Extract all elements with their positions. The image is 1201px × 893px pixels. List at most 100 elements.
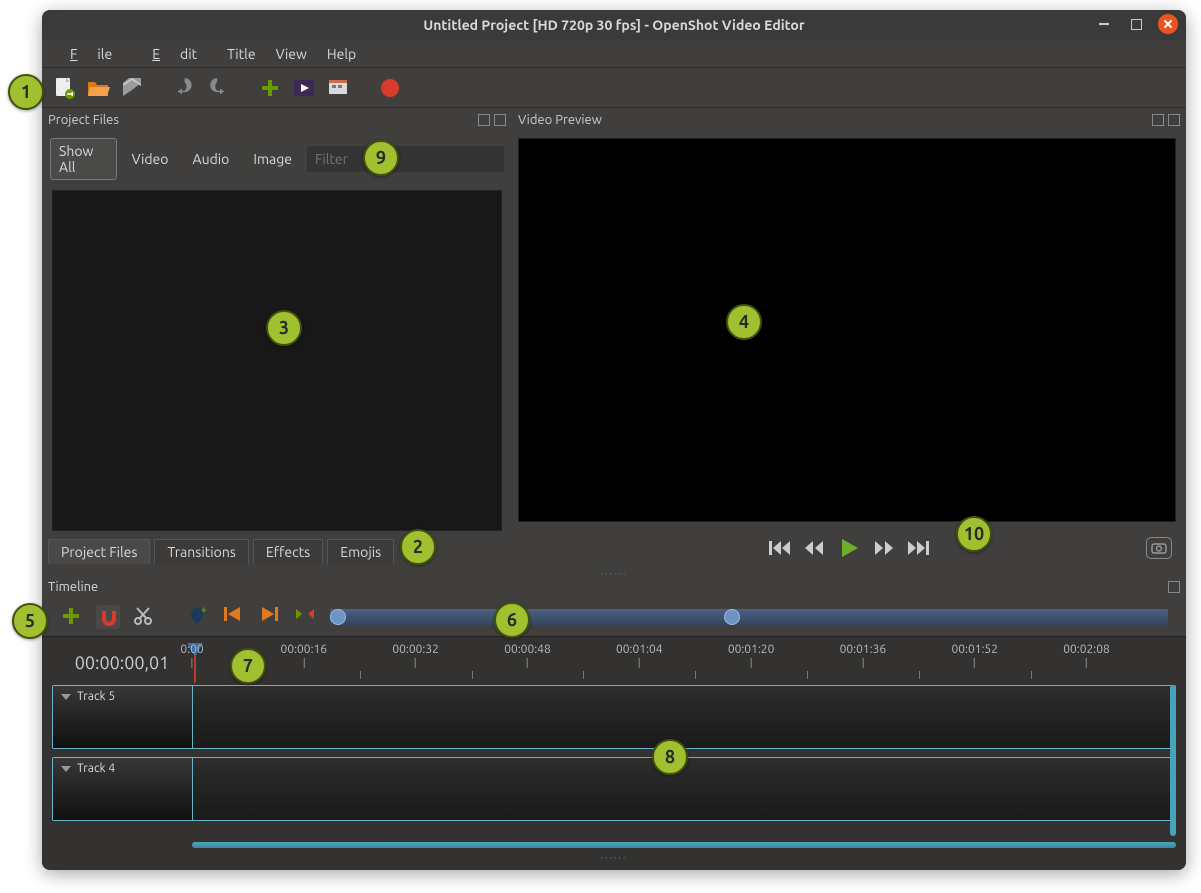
track-header[interactable]: Track 4 — [53, 758, 193, 820]
project-files-area[interactable] — [52, 190, 502, 531]
timeline-ruler[interactable]: 0:0000:00:1600:00:3200:00:4800:01:0400:0… — [192, 643, 1176, 683]
video-preview-area[interactable] — [518, 138, 1176, 522]
maximize-button[interactable] — [1126, 14, 1146, 34]
export-icon[interactable] — [378, 76, 402, 100]
jump-start-icon[interactable] — [769, 539, 791, 557]
add-marker-icon[interactable]: + — [186, 605, 210, 629]
rewind-icon[interactable] — [803, 539, 825, 557]
close-button[interactable] — [1158, 14, 1178, 34]
track-row[interactable]: Track 5 — [52, 685, 1176, 749]
snapshot-icon[interactable] — [1146, 537, 1172, 559]
play-icon[interactable] — [837, 536, 861, 560]
track-label: Track 4 — [77, 762, 115, 775]
annotation-badge-1: 1 — [8, 74, 44, 110]
annotation-badge-4: 4 — [726, 304, 762, 340]
tab-transitions[interactable]: Transitions — [154, 539, 248, 564]
ruler-tick: 00:01:36 — [840, 643, 887, 668]
dock-float-icon[interactable] — [1152, 114, 1164, 126]
main-toolbar — [42, 68, 1186, 108]
ruler-tick: 00:01:20 — [728, 643, 775, 668]
ruler-tick: 00:00:16 — [281, 643, 328, 668]
filter-audio[interactable]: Audio — [183, 146, 238, 172]
dock-close-icon[interactable] — [1168, 114, 1180, 126]
menu-title[interactable]: Title — [217, 42, 265, 66]
zoom-slider-thumb-right[interactable] — [724, 609, 740, 625]
snap-icon[interactable] — [96, 605, 120, 629]
annotation-badge-10: 10 — [956, 516, 992, 552]
tab-project-files[interactable]: Project Files — [48, 539, 150, 564]
track-row[interactable]: Track 4 — [52, 757, 1176, 821]
filter-show-all[interactable]: Show All — [50, 138, 117, 180]
dock-close-icon[interactable] — [494, 114, 506, 126]
filter-bar: Show All Video Audio Image — [42, 132, 512, 186]
filter-image[interactable]: Image — [244, 146, 301, 172]
window-controls — [1094, 14, 1178, 34]
dock-tabs: Project Files Transitions Effects Emojis — [42, 535, 512, 568]
annotation-badge-5: 5 — [12, 603, 48, 639]
next-marker-icon[interactable] — [258, 605, 282, 629]
undo-icon[interactable] — [172, 76, 196, 100]
annotation-badge-8: 8 — [652, 739, 688, 775]
menubar: File Edit Title View Help — [42, 40, 1186, 68]
prev-marker-icon[interactable] — [222, 605, 246, 629]
project-files-title: Project Files — [48, 113, 119, 127]
timeline-header: Timeline — [42, 576, 1186, 598]
dock-float-icon[interactable] — [1168, 581, 1180, 593]
minimize-button[interactable] — [1094, 14, 1114, 34]
tab-emojis[interactable]: Emojis — [327, 539, 394, 564]
video-preview-panel: Video Preview — [512, 108, 1186, 568]
menu-file[interactable]: File — [50, 42, 132, 66]
middle-area: Project Files Show All Video Audio Image… — [42, 108, 1186, 568]
annotation-badge-2: 2 — [400, 529, 436, 565]
transport-controls — [512, 528, 1186, 568]
app-window: Untitled Project [HD 720p 30 fps] - Open… — [42, 10, 1186, 870]
add-track-icon[interactable] — [60, 605, 84, 629]
ruler-tick: 00:01:04 — [616, 643, 663, 668]
open-project-icon[interactable] — [86, 76, 110, 100]
ruler-tick: 00:00:48 — [504, 643, 551, 668]
track-label: Track 5 — [77, 690, 115, 703]
splitter-handle[interactable]: ······ — [52, 852, 1176, 860]
current-time: 00:00:00,01 — [52, 643, 192, 683]
video-preview-title: Video Preview — [518, 113, 602, 127]
zoom-slider[interactable] — [330, 607, 1168, 627]
menu-view[interactable]: View — [266, 42, 317, 66]
annotation-badge-9: 9 — [363, 140, 399, 176]
splitter-handle[interactable]: ······ — [42, 568, 1186, 576]
new-project-icon[interactable] — [52, 76, 76, 100]
tab-effects[interactable]: Effects — [253, 539, 323, 564]
zoom-slider-thumb-left[interactable] — [330, 609, 346, 625]
razor-icon[interactable] — [132, 605, 156, 629]
timeline-title: Timeline — [48, 580, 98, 594]
fullscreen-icon[interactable] — [326, 76, 350, 100]
timeline-body: 00:00:00,01 0:00 00:00:16 00:00:32 00:00:48… — [42, 636, 1186, 870]
track-body[interactable] — [193, 686, 1175, 748]
ruler-tick: 00:00:32 — [392, 643, 439, 668]
window-title: Untitled Project [HD 720p 30 fps] - Open… — [423, 17, 804, 33]
save-project-icon[interactable] — [120, 76, 144, 100]
timeline-toolbar: + — [42, 598, 1186, 636]
horizontal-scrollbar[interactable] — [192, 842, 1176, 848]
annotation-badge-3: 3 — [266, 310, 302, 346]
menu-edit[interactable]: Edit — [132, 42, 217, 66]
filter-video[interactable]: Video — [123, 146, 178, 172]
track-header[interactable]: Track 5 — [53, 686, 193, 748]
titlebar: Untitled Project [HD 720p 30 fps] - Open… — [42, 10, 1186, 40]
center-playhead-icon[interactable] — [294, 605, 318, 629]
annotation-badge-7: 7 — [230, 648, 266, 684]
fast-forward-icon[interactable] — [873, 539, 895, 557]
ruler-tick: 00:02:08 — [1063, 643, 1110, 668]
ruler-tick: 00:01:52 — [951, 643, 998, 668]
redo-icon[interactable] — [206, 76, 230, 100]
tracks-area: Track 5 Track 4 — [52, 685, 1176, 836]
annotation-badge-6: 6 — [494, 602, 530, 638]
filter-input[interactable] — [307, 146, 504, 172]
import-files-icon[interactable] — [258, 76, 282, 100]
profile-icon[interactable] — [292, 76, 316, 100]
dock-float-icon[interactable] — [478, 114, 490, 126]
jump-end-icon[interactable] — [907, 539, 929, 557]
menu-help[interactable]: Help — [317, 42, 366, 66]
vertical-scrollbar[interactable] — [1170, 685, 1176, 836]
ruler-tick: 0:00 — [180, 643, 203, 668]
project-files-header: Project Files — [42, 108, 512, 132]
